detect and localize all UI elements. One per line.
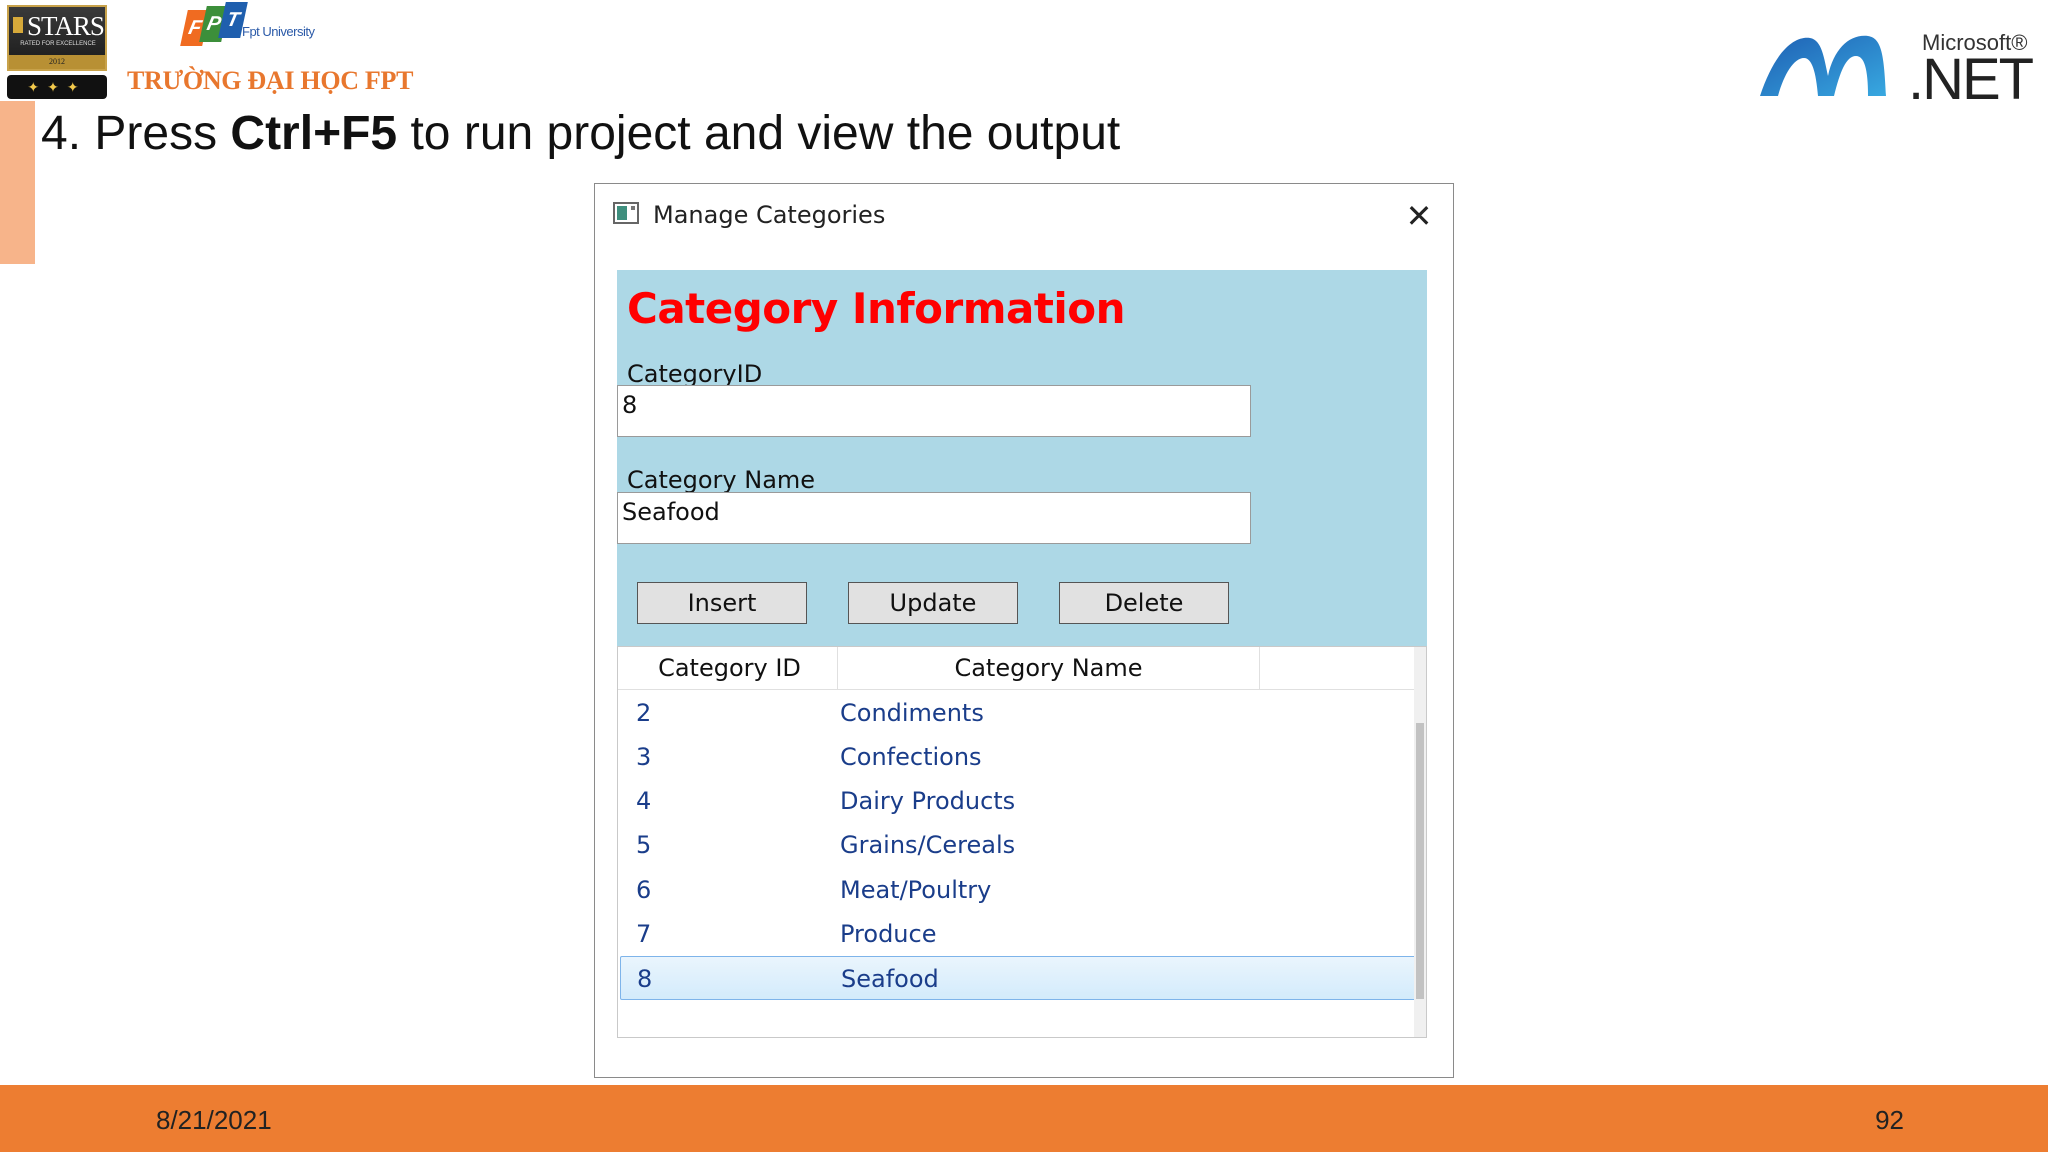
dotnet-logo: Microsoft® .NET: [1758, 28, 2034, 112]
cell-category-id: 2: [636, 699, 652, 727]
category-id-label: CategoryID: [627, 360, 763, 388]
column-header-category-name[interactable]: Category Name: [838, 647, 1260, 689]
cell-category-name: Confections: [840, 743, 982, 771]
footer-page-number: 92: [1875, 1105, 1904, 1135]
accent-bar: [0, 101, 35, 264]
table-row[interactable]: 2 Condiments: [620, 691, 1418, 735]
cell-category-name: Produce: [840, 920, 937, 948]
list-scrollbar-thumb[interactable]: [1416, 723, 1424, 999]
column-header-category-id[interactable]: Category ID: [622, 647, 838, 689]
app-window-icon: [613, 202, 639, 224]
table-row[interactable]: 6 Meat/Poultry: [620, 868, 1418, 912]
list-header: Category ID Category Name: [618, 647, 1414, 690]
stars-rating-icon: ✦✦✦: [7, 75, 107, 99]
window-title: Manage Categories: [653, 201, 886, 229]
dotnet-wave-icon: [1760, 35, 1886, 96]
cell-category-name: Meat/Poultry: [840, 876, 992, 904]
slide-heading: 4. Press Ctrl+F5 to run project and view…: [41, 106, 1120, 161]
cell-category-name: Seafood: [841, 965, 939, 993]
window-titlebar[interactable]: Manage Categories ✕: [595, 184, 1453, 248]
slide-heading-suffix: to run project and view the output: [397, 107, 1121, 160]
cell-category-id: 7: [636, 920, 652, 948]
table-row[interactable]: 7 Produce: [620, 912, 1418, 956]
stars-mark-icon: [13, 17, 23, 33]
cell-category-id: 8: [637, 965, 653, 993]
delete-button[interactable]: Delete: [1059, 582, 1229, 624]
close-button[interactable]: ✕: [1399, 196, 1439, 236]
cell-category-name: Condiments: [840, 699, 984, 727]
slide: STARS RATED FOR EXCELLENCE 2012 ✦✦✦ F P …: [0, 0, 2048, 1152]
table-row[interactable]: 5 Grains/Cereals: [620, 823, 1418, 867]
list-scrollbar[interactable]: [1414, 647, 1426, 1037]
stars-logo: STARS RATED FOR EXCELLENCE 2012 ✦✦✦: [7, 5, 107, 99]
table-row-selected[interactable]: 8 Seafood: [620, 956, 1418, 1000]
cell-category-id: 3: [636, 743, 652, 771]
table-row[interactable]: 4 Dairy Products: [620, 779, 1418, 823]
slide-heading-prefix: 4. Press: [41, 107, 231, 160]
category-name-label: Category Name: [627, 466, 816, 494]
cell-category-id: 6: [636, 876, 652, 904]
fpt-logo: F P T Fpt University: [180, 2, 320, 56]
stars-logo-subtitle: RATED FOR EXCELLENCE: [20, 41, 96, 47]
cell-category-id: 4: [636, 787, 652, 815]
stars-logo-badge: STARS RATED FOR EXCELLENCE 2012: [7, 5, 107, 71]
category-name-input[interactable]: [617, 492, 1251, 544]
stars-logo-word: STARS: [27, 11, 105, 41]
stars-logo-year: 2012: [9, 55, 105, 69]
table-row[interactable]: 3 Confections: [620, 735, 1418, 779]
panel-heading: Category Information: [627, 284, 1126, 333]
update-button[interactable]: Update: [848, 582, 1018, 624]
fpt-university-text: Fpt University: [242, 24, 315, 39]
categories-list-view[interactable]: Category ID Category Name 2 Condiments 3…: [617, 646, 1427, 1038]
dotnet-text: .NET: [1908, 47, 2034, 112]
slide-footer: 8/21/2021 92: [0, 1085, 2048, 1152]
cell-category-name: Grains/Cereals: [840, 831, 1016, 859]
manage-categories-window: Manage Categories ✕ Category Information…: [594, 183, 1454, 1078]
insert-button[interactable]: Insert: [637, 582, 807, 624]
slide-heading-shortcut: Ctrl+F5: [230, 107, 398, 160]
footer-date: 8/21/2021: [156, 1105, 272, 1135]
cell-category-id: 5: [636, 831, 652, 859]
category-id-input[interactable]: [617, 385, 1251, 437]
cell-category-name: Dairy Products: [840, 787, 1016, 815]
fpt-caption: TRƯỜNG ĐẠI HỌC FPT: [127, 66, 414, 95]
category-information-panel: Category Information CategoryID Category…: [617, 270, 1427, 646]
